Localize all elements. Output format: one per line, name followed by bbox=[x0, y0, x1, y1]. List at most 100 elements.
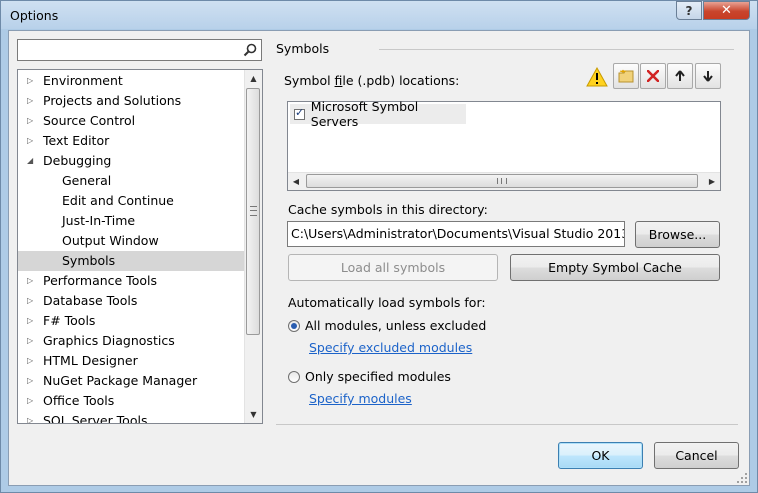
cache-directory-label: Cache symbols in this directory: bbox=[288, 202, 488, 217]
new-location-button[interactable] bbox=[613, 63, 639, 89]
collapsed-arrow-icon[interactable]: ▷ bbox=[27, 91, 33, 111]
tree-item[interactable]: ▷ Projects and Solutions bbox=[18, 91, 245, 111]
browse-button[interactable]: Browse... bbox=[635, 221, 720, 248]
hscroll-grip bbox=[497, 178, 507, 184]
collapsed-arrow-icon[interactable]: ▷ bbox=[27, 71, 33, 91]
all-modules-label[interactable]: All modules, unless excluded bbox=[305, 318, 486, 333]
only-specified-modules-label[interactable]: Only specified modules bbox=[305, 369, 451, 384]
only-specified-modules-radio[interactable] bbox=[288, 371, 300, 383]
browse-button-label: Browse... bbox=[648, 227, 707, 242]
close-icon: ✕ bbox=[721, 3, 732, 18]
tree-item[interactable]: ▷ NuGet Package Manager bbox=[18, 371, 245, 391]
tree-items: ▷ Environment ▷ Projects and Solutions ▷ Sour… bbox=[18, 71, 245, 424]
ok-button-label: OK bbox=[591, 448, 610, 463]
specify-modules-link[interactable]: Specify modules bbox=[309, 391, 412, 406]
arrow-down-icon bbox=[703, 71, 713, 82]
remove-location-button[interactable] bbox=[640, 63, 666, 89]
hscroll-thumb[interactable] bbox=[306, 174, 698, 188]
collapsed-arrow-icon[interactable]: ▷ bbox=[27, 271, 33, 291]
close-button[interactable]: ✕ bbox=[703, 1, 750, 20]
auto-load-label: Automatically load symbols for: bbox=[288, 295, 486, 310]
load-all-symbols-label: Load all symbols bbox=[340, 260, 446, 275]
tree-item[interactable]: ▷ SQL Server Tools bbox=[18, 411, 245, 424]
options-tree: ▷ Environment ▷ Projects and Solutions ▷ Sour… bbox=[17, 69, 263, 424]
tree-item[interactable]: Symbols bbox=[18, 251, 245, 271]
help-button[interactable]: ? bbox=[676, 1, 702, 20]
scroll-up-arrow-icon[interactable]: ▲ bbox=[245, 70, 262, 87]
section-divider bbox=[379, 49, 734, 50]
collapsed-arrow-icon[interactable]: ▷ bbox=[27, 391, 33, 411]
search-input[interactable] bbox=[20, 41, 244, 59]
tree-item[interactable]: Edit and Continue bbox=[18, 191, 245, 211]
location-label: Microsoft Symbol Servers bbox=[310, 99, 419, 129]
help-icon: ? bbox=[685, 3, 693, 18]
load-all-symbols-button[interactable]: Load all symbols bbox=[288, 254, 498, 281]
tree-item-label: NuGet Package Manager bbox=[43, 373, 198, 388]
scroll-left-arrow-icon[interactable]: ◀ bbox=[288, 173, 304, 190]
tree-item-label: Environment bbox=[43, 73, 123, 88]
cancel-button-label: Cancel bbox=[675, 448, 718, 463]
symbol-locations-list[interactable]: Microsoft Symbol Servers ◀ ▶ bbox=[287, 99, 721, 191]
expanded-arrow-icon[interactable]: ◢ bbox=[27, 151, 33, 171]
tree-item-label: Source Control bbox=[43, 113, 136, 128]
resize-grip-icon[interactable] bbox=[736, 472, 748, 484]
tree-item-label: Edit and Continue bbox=[62, 193, 174, 208]
scroll-right-arrow-icon[interactable]: ▶ bbox=[704, 173, 720, 190]
scroll-down-arrow-icon[interactable]: ▼ bbox=[245, 406, 262, 423]
tree-item[interactable]: ◢ Debugging bbox=[18, 151, 245, 171]
location-checkbox[interactable] bbox=[294, 106, 305, 120]
scroll-grip bbox=[250, 206, 257, 216]
tree-item-label: HTML Designer bbox=[43, 353, 138, 368]
search-icon[interactable] bbox=[243, 43, 257, 57]
tree-item[interactable]: ▷ Environment bbox=[18, 71, 245, 91]
tree-item-label: Debugging bbox=[43, 153, 112, 168]
tree-vertical-scrollbar[interactable]: ▲ ▼ bbox=[244, 70, 262, 423]
tree-item[interactable]: General bbox=[18, 171, 245, 191]
tree-item-label: Office Tools bbox=[43, 393, 115, 408]
tree-item-label: Projects and Solutions bbox=[43, 93, 182, 108]
tree-item[interactable]: ▷ Source Control bbox=[18, 111, 245, 131]
tree-item-label: Just-In-Time bbox=[62, 213, 136, 228]
tree-item[interactable]: ▷ F# Tools bbox=[18, 311, 245, 331]
options-search-box[interactable] bbox=[17, 39, 262, 61]
tree-item-label: Performance Tools bbox=[43, 273, 157, 288]
collapsed-arrow-icon[interactable]: ▷ bbox=[27, 311, 33, 331]
empty-symbol-cache-label: Empty Symbol Cache bbox=[548, 260, 682, 275]
locations-horizontal-scrollbar[interactable]: ◀ ▶ bbox=[288, 172, 720, 190]
tree-item-label: Symbols bbox=[62, 253, 116, 268]
collapsed-arrow-icon[interactable]: ▷ bbox=[27, 131, 33, 151]
collapsed-arrow-icon[interactable]: ▷ bbox=[27, 111, 33, 131]
collapsed-arrow-icon[interactable]: ▷ bbox=[27, 291, 33, 311]
dialog-client-area: ▷ Environment ▷ Projects and Solutions ▷ Sour… bbox=[8, 30, 750, 486]
tree-item[interactable]: ▷ Office Tools bbox=[18, 391, 245, 411]
collapsed-arrow-icon[interactable]: ▷ bbox=[27, 371, 33, 391]
cache-directory-field[interactable]: C:\Users\Administrator\Documents\Visual … bbox=[287, 221, 625, 247]
collapsed-arrow-icon[interactable]: ▷ bbox=[27, 351, 33, 371]
tree-item-label: Output Window bbox=[62, 233, 159, 248]
footer-divider bbox=[276, 424, 738, 425]
options-dialog: Options ? ✕ ▷ Environment ▷ Projects and So… bbox=[0, 0, 758, 493]
specify-excluded-modules-link[interactable]: Specify excluded modules bbox=[309, 340, 472, 355]
tree-item[interactable]: ▷ Database Tools bbox=[18, 291, 245, 311]
location-item[interactable]: Microsoft Symbol Servers bbox=[290, 99, 466, 129]
move-up-button[interactable] bbox=[667, 63, 693, 89]
scroll-thumb[interactable] bbox=[246, 88, 260, 335]
cancel-button[interactable]: Cancel bbox=[654, 442, 739, 469]
tree-item-label: SQL Server Tools bbox=[43, 413, 148, 424]
tree-item[interactable]: ▷ Text Editor bbox=[18, 131, 245, 151]
tree-item[interactable]: Just-In-Time bbox=[18, 211, 245, 231]
collapsed-arrow-icon[interactable]: ▷ bbox=[27, 331, 33, 351]
empty-symbol-cache-button[interactable]: Empty Symbol Cache bbox=[510, 254, 720, 281]
move-down-button[interactable] bbox=[695, 63, 721, 89]
tree-item-label: F# Tools bbox=[43, 313, 96, 328]
tree-item[interactable]: Output Window bbox=[18, 231, 245, 251]
all-modules-radio[interactable] bbox=[288, 320, 300, 332]
tree-item[interactable]: ▷ HTML Designer bbox=[18, 351, 245, 371]
tree-item-label: General bbox=[62, 173, 112, 188]
tree-item[interactable]: ▷ Graphics Diagnostics bbox=[18, 331, 245, 351]
collapsed-arrow-icon[interactable]: ▷ bbox=[27, 411, 33, 423]
ok-button[interactable]: OK bbox=[558, 442, 643, 469]
window-title: Options bbox=[10, 8, 59, 23]
title-bar[interactable]: Options ? ✕ bbox=[1, 1, 757, 29]
tree-item[interactable]: ▷ Performance Tools bbox=[18, 271, 245, 291]
